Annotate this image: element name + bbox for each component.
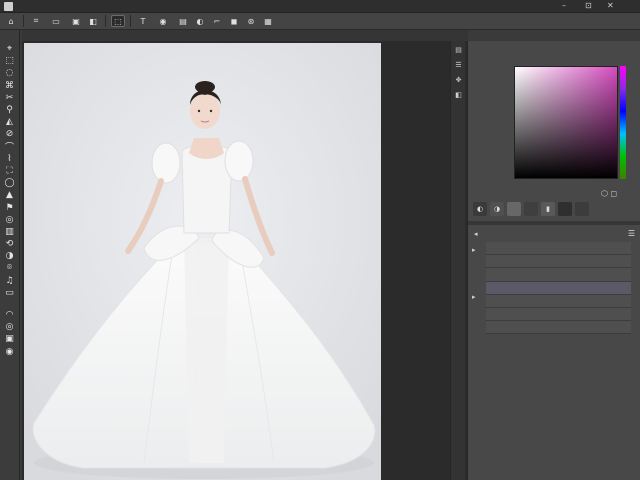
more-tools-icon[interactable]: ▭ bbox=[3, 287, 17, 299]
hand-tool-icon[interactable]: ⌾ bbox=[3, 262, 17, 274]
marquee-icon[interactable]: ⌗ bbox=[29, 15, 43, 27]
home-icon[interactable]: ⌂ bbox=[4, 15, 18, 27]
swatch[interactable]: ▮ bbox=[541, 202, 555, 216]
layers-collapse-icon[interactable]: ◂ bbox=[474, 230, 478, 238]
swatch[interactable] bbox=[575, 202, 589, 216]
marquee-tool-icon[interactable]: ⬚ bbox=[3, 55, 17, 67]
expand-arrow-icon[interactable]: ▸ bbox=[472, 246, 476, 254]
color-panel-tabs bbox=[468, 41, 640, 53]
layer-row[interactable] bbox=[486, 321, 631, 335]
preview-icon[interactable]: ▦ bbox=[261, 15, 275, 27]
layer-row[interactable] bbox=[486, 294, 631, 308]
crop-tool-icon[interactable]: ✂ bbox=[3, 92, 17, 104]
zoom-tool-icon[interactable]: ♫ bbox=[3, 275, 17, 287]
picker-tool-2[interactable] bbox=[473, 70, 503, 80]
layer-row[interactable] bbox=[486, 268, 631, 282]
panel-menu-icon[interactable]: ☰ bbox=[628, 229, 635, 238]
history-brush-tool-icon[interactable]: ⌇ bbox=[3, 153, 17, 165]
tools-panel: ⌖ ⬚ ◌ ⌘ ✂ ⚲ ◭ ⊘ ⌒ ⌇ ⛶ ◯ ▲ ⚑ ◎ ▥ ⟲ ◑ ⌾ ♫ … bbox=[0, 30, 20, 480]
history-panel-icon[interactable]: ◧ bbox=[452, 89, 465, 101]
swatch[interactable] bbox=[524, 202, 538, 216]
color-swatch-icon[interactable]: ◼ bbox=[227, 15, 241, 27]
expand-arrow-icon[interactable]: ▸ bbox=[472, 293, 476, 301]
dodge-tool-icon[interactable]: ⚑ bbox=[3, 201, 17, 213]
gradient-tool-icon[interactable]: ◯ bbox=[3, 177, 17, 189]
eyedropper-tool-icon[interactable]: ⚲ bbox=[3, 104, 17, 116]
maximize-icon[interactable]: ⊡ bbox=[585, 1, 592, 10]
divider bbox=[105, 15, 106, 27]
camera-icon[interactable]: ◉ bbox=[153, 15, 173, 27]
color-field[interactable] bbox=[514, 66, 618, 179]
hue-slider[interactable] bbox=[620, 66, 626, 179]
layer-row[interactable] bbox=[486, 242, 631, 256]
eraser-tool-icon[interactable]: ⛶ bbox=[3, 165, 17, 177]
pen-tool-icon[interactable]: ◎ bbox=[3, 214, 17, 226]
picker-tool-3[interactable] bbox=[473, 84, 503, 94]
cursor-icon[interactable]: ⌐ bbox=[210, 15, 224, 27]
type-tool-icon[interactable]: ▥ bbox=[3, 226, 17, 238]
lasso-tool-icon[interactable]: ◌ bbox=[3, 67, 17, 79]
eye-icon[interactable]: ◐ bbox=[193, 15, 207, 27]
brush-tool-icon[interactable]: ⊘ bbox=[3, 128, 17, 140]
divider bbox=[23, 15, 24, 27]
swatch-row: ◐ ◑ ▮ bbox=[473, 202, 589, 216]
image-icon[interactable]: ▤ bbox=[176, 15, 190, 27]
picker-tool-1[interactable] bbox=[473, 56, 503, 66]
frame-icon[interactable]: ▣ bbox=[69, 15, 83, 27]
adjustments-panel-icon[interactable]: ☰ bbox=[452, 59, 465, 71]
app-logo-icon[interactable] bbox=[4, 1, 13, 11]
divider bbox=[468, 221, 640, 225]
options-bar: ⌂ ⌗ ▭ ▣ ◧ ⬚ T ◉ ▤ ◐ ⌐ ◼ ⊛ ▦ bbox=[0, 13, 640, 30]
transform-icon[interactable]: ⬚ bbox=[111, 15, 125, 27]
swatch[interactable] bbox=[558, 202, 572, 216]
layers-panel-header: ◂ ☰ bbox=[468, 227, 640, 240]
menu-bar: – ⊡ ✕ bbox=[0, 0, 640, 13]
workspace bbox=[22, 41, 468, 480]
layer-row[interactable] bbox=[486, 255, 631, 269]
stamp-tool-icon[interactable]: ⌒ bbox=[3, 141, 17, 153]
document-icon[interactable]: ▭ bbox=[46, 15, 66, 27]
wedding-dress-photo bbox=[24, 43, 381, 480]
screen-mode-icon[interactable]: ◉ bbox=[3, 346, 17, 358]
document-canvas[interactable] bbox=[24, 43, 381, 480]
layer-mask-icon[interactable]: ◧ bbox=[86, 15, 100, 27]
swatch-icon[interactable]: ◑ bbox=[490, 202, 504, 216]
libraries-panel-icon[interactable]: ✥ bbox=[452, 74, 465, 86]
layers-list bbox=[486, 242, 631, 335]
edit-toolbar-icon[interactable]: ◠ bbox=[3, 309, 17, 321]
close-icon[interactable]: ✕ bbox=[607, 1, 614, 10]
panel-dock: ▤ ☰ ✥ ◧ bbox=[450, 41, 465, 480]
move-tool-icon[interactable]: ⌖ bbox=[3, 43, 17, 55]
color-picker-tools bbox=[468, 53, 508, 97]
path-select-tool-icon[interactable]: ⟲ bbox=[3, 238, 17, 250]
cube-icon[interactable]: ⬡ ◻ bbox=[601, 189, 617, 198]
color-swap-icon[interactable]: ◎ bbox=[3, 321, 17, 333]
properties-panel-icon[interactable]: ▤ bbox=[452, 44, 465, 56]
quick-select-tool-icon[interactable]: ⌘ bbox=[3, 80, 17, 92]
shape-tool-icon[interactable]: ◑ bbox=[3, 250, 17, 262]
minimize-icon[interactable]: – bbox=[562, 1, 566, 10]
swatch[interactable] bbox=[507, 202, 521, 216]
right-panel: ⬡ ◻ ◐ ◑ ▮ ◂ ☰ ▸ ▸ bbox=[467, 41, 640, 480]
divider bbox=[130, 15, 131, 27]
layer-row-selected[interactable] bbox=[486, 281, 631, 295]
aperture-icon[interactable]: ⊛ bbox=[244, 15, 258, 27]
swatch-icon[interactable]: ◐ bbox=[473, 202, 487, 216]
blur-tool-icon[interactable]: ▲ bbox=[3, 189, 17, 201]
text-tool-icon[interactable]: T bbox=[136, 15, 150, 27]
document-tab-bar bbox=[22, 30, 468, 41]
healing-tool-icon[interactable]: ◭ bbox=[3, 116, 17, 128]
photo-editor-window: – ⊡ ✕ ⌂ ⌗ ▭ ▣ ◧ ⬚ T ◉ ▤ ◐ ⌐ ◼ ⊛ ▦ ⌖ ⬚ ◌ … bbox=[0, 0, 640, 480]
layer-row[interactable] bbox=[486, 307, 631, 322]
quick-mask-icon[interactable]: ▣ bbox=[3, 333, 17, 345]
